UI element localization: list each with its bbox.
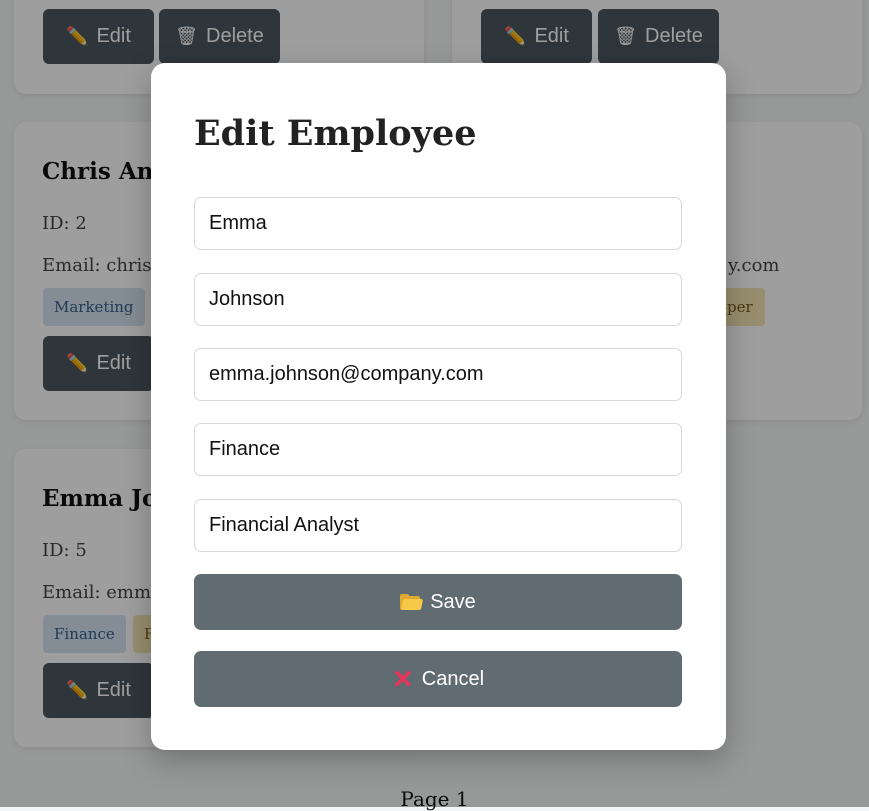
save-button[interactable]: Save bbox=[194, 574, 682, 630]
first-name-field[interactable] bbox=[194, 197, 682, 250]
department-field[interactable] bbox=[194, 423, 682, 476]
last-name-field[interactable] bbox=[194, 273, 682, 326]
cross-icon: ✕ bbox=[391, 664, 414, 694]
edit-employee-modal: Edit Employee Save ✕ Cancel bbox=[151, 63, 726, 750]
email-field[interactable] bbox=[194, 348, 682, 401]
cancel-button[interactable]: ✕ Cancel bbox=[194, 651, 682, 707]
modal-title: Edit Employee bbox=[194, 113, 477, 154]
position-field[interactable] bbox=[194, 499, 682, 552]
folder-icon bbox=[400, 594, 424, 610]
save-label: Save bbox=[430, 590, 476, 613]
cancel-label: Cancel bbox=[421, 667, 485, 690]
